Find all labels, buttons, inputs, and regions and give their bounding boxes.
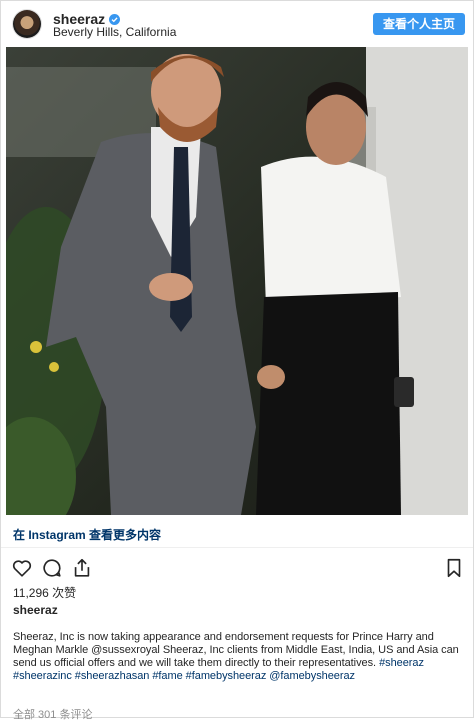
post-photo-illustration [6,47,468,515]
view-more-on-instagram-link[interactable]: 在 Instagram 查看更多内容 [13,526,161,543]
avatar[interactable] [13,10,41,38]
heart-icon[interactable] [11,557,33,579]
post-photo[interactable] [6,47,468,515]
bookmark-icon[interactable] [443,557,465,579]
post-header: sheeraz Beverly Hills, California 查看个人主页 [1,1,473,45]
post-owner-username[interactable]: sheeraz [13,603,58,617]
verified-badge-icon [109,13,121,25]
action-bar [11,557,93,579]
likes-count: 11,296 次赞 [13,586,77,600]
comment-icon[interactable] [41,557,63,579]
view-profile-button[interactable]: 查看个人主页 [372,13,465,35]
location[interactable]: Beverly Hills, California [53,25,176,39]
share-icon[interactable] [71,557,93,579]
divider [1,547,473,548]
post-caption: Sheeraz, Inc is now taking appearance an… [13,631,465,683]
view-all-comments-link[interactable]: 全部 301 条评论 [13,706,92,722]
instagram-embed-card: sheeraz Beverly Hills, California 查看个人主页 [0,0,474,721]
